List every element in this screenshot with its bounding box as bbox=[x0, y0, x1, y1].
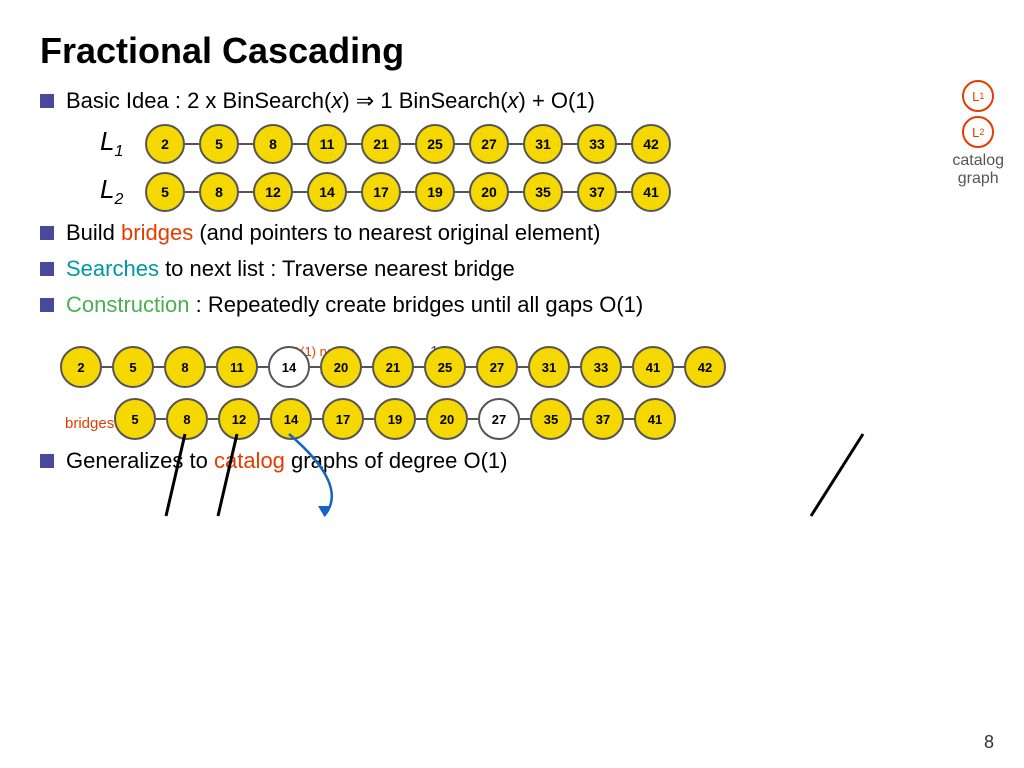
catalog-node-L2: L2 bbox=[962, 116, 994, 148]
node-sm: 20 bbox=[426, 398, 468, 440]
node: 20 bbox=[469, 172, 509, 212]
node-sm: 17 bbox=[322, 398, 364, 440]
bullet-item-5: Generalizes to catalog graphs of degree … bbox=[40, 448, 984, 474]
bullet-text-1: Basic Idea : 2 x BinSearch(x) ⇒ 1 BinSea… bbox=[66, 88, 595, 114]
node-sm: 41 bbox=[632, 346, 674, 388]
node-sm-white: 27 bbox=[478, 398, 520, 440]
bullet-square-3 bbox=[40, 262, 54, 276]
node: 42 bbox=[631, 124, 671, 164]
bullet-square-5 bbox=[40, 454, 54, 468]
bridges-word: bridges bbox=[121, 220, 193, 245]
node: 2 bbox=[145, 124, 185, 164]
node-sm: 5 bbox=[114, 398, 156, 440]
node-sm: 5 bbox=[112, 346, 154, 388]
node-sm: 14 bbox=[270, 398, 312, 440]
bullet-item-1: Basic Idea : 2 x BinSearch(x) ⇒ 1 BinSea… bbox=[40, 88, 984, 114]
catalog-label: cataloggraph bbox=[952, 152, 1004, 188]
node: 17 bbox=[361, 172, 401, 212]
bullet-item-4: Construction : Repeatedly create bridges… bbox=[40, 292, 984, 318]
node-sm: 21 bbox=[372, 346, 414, 388]
node-sm: 27 bbox=[476, 346, 518, 388]
bullet-list: Basic Idea : 2 x BinSearch(x) ⇒ 1 BinSea… bbox=[40, 88, 984, 114]
node: 5 bbox=[145, 172, 185, 212]
node: 5 bbox=[199, 124, 239, 164]
node-sm: 11 bbox=[216, 346, 258, 388]
L2-row: L2 5 8 12 14 17 19 20 35 37 41 bbox=[100, 172, 984, 212]
catalog-word: catalog bbox=[214, 448, 285, 473]
bullet-text-4: Construction : Repeatedly create bridges… bbox=[66, 292, 643, 318]
bullet-item-2: Build bridges (and pointers to nearest o… bbox=[40, 220, 984, 246]
node: 35 bbox=[523, 172, 563, 212]
node-sm: 31 bbox=[528, 346, 570, 388]
node-sm: 8 bbox=[166, 398, 208, 440]
node: 33 bbox=[577, 124, 617, 164]
bottom-row-1: 2 5 8 11 14 20 21 25 27 31 33 41 42 bbox=[60, 346, 984, 388]
node-sm: 33 bbox=[580, 346, 622, 388]
node: 12 bbox=[253, 172, 293, 212]
bullet-item-3: Searches to next list : Traverse nearest… bbox=[40, 256, 984, 282]
node-sm: 19 bbox=[374, 398, 416, 440]
bullet-square-1 bbox=[40, 94, 54, 108]
node-sm: 42 bbox=[684, 346, 726, 388]
bridges-label: bridges bbox=[65, 415, 114, 432]
searches-word: Searches bbox=[66, 256, 159, 281]
node-sm: 41 bbox=[634, 398, 676, 440]
node-sm: 12 bbox=[218, 398, 260, 440]
bullet-list-2: Build bridges (and pointers to nearest o… bbox=[40, 220, 984, 318]
node-sm: 35 bbox=[530, 398, 572, 440]
node: 19 bbox=[415, 172, 455, 212]
node-sm: 25 bbox=[424, 346, 466, 388]
bullet-text-3: Searches to next list : Traverse nearest… bbox=[66, 256, 515, 282]
node: 27 bbox=[469, 124, 509, 164]
L2-label: L2 bbox=[100, 174, 135, 209]
node: 25 bbox=[415, 124, 455, 164]
catalog-node-L1: L1 bbox=[962, 80, 994, 112]
node: 41 bbox=[631, 172, 671, 212]
page-number: 8 bbox=[984, 732, 994, 753]
node-sm: 20 bbox=[320, 346, 362, 388]
L1-label: L1 bbox=[100, 126, 135, 161]
chain-area: L1 2 5 8 11 21 25 27 31 33 42 L2 5 8 12 … bbox=[100, 124, 984, 212]
node: 37 bbox=[577, 172, 617, 212]
bullet-text-2: Build bridges (and pointers to nearest o… bbox=[66, 220, 600, 246]
bullet-square-2 bbox=[40, 226, 54, 240]
node: 8 bbox=[253, 124, 293, 164]
catalog-graph: L1 L2 cataloggraph bbox=[952, 80, 1004, 188]
L1-row: L1 2 5 8 11 21 25 27 31 33 42 bbox=[100, 124, 984, 164]
node: 31 bbox=[523, 124, 563, 164]
node: 8 bbox=[199, 172, 239, 212]
page-title: Fractional Cascading bbox=[40, 30, 984, 72]
bottom-row-2: 5 8 12 14 17 19 20 27 35 37 41 bbox=[114, 398, 984, 440]
bottom-diagram: O(1) nodes ↓ 18 2 5 8 11 14 20 21 25 27 … bbox=[60, 346, 984, 440]
node: 11 bbox=[307, 124, 347, 164]
node-sm-white: 14 bbox=[268, 346, 310, 388]
node-sm: 2 bbox=[60, 346, 102, 388]
node-sm: 37 bbox=[582, 398, 624, 440]
bullet-square-4 bbox=[40, 298, 54, 312]
node: 21 bbox=[361, 124, 401, 164]
node-sm: 8 bbox=[164, 346, 206, 388]
construction-word: Construction bbox=[66, 292, 190, 317]
node: 14 bbox=[307, 172, 347, 212]
bullet-text-5: Generalizes to catalog graphs of degree … bbox=[66, 448, 508, 474]
bullet-list-5: Generalizes to catalog graphs of degree … bbox=[40, 448, 984, 474]
